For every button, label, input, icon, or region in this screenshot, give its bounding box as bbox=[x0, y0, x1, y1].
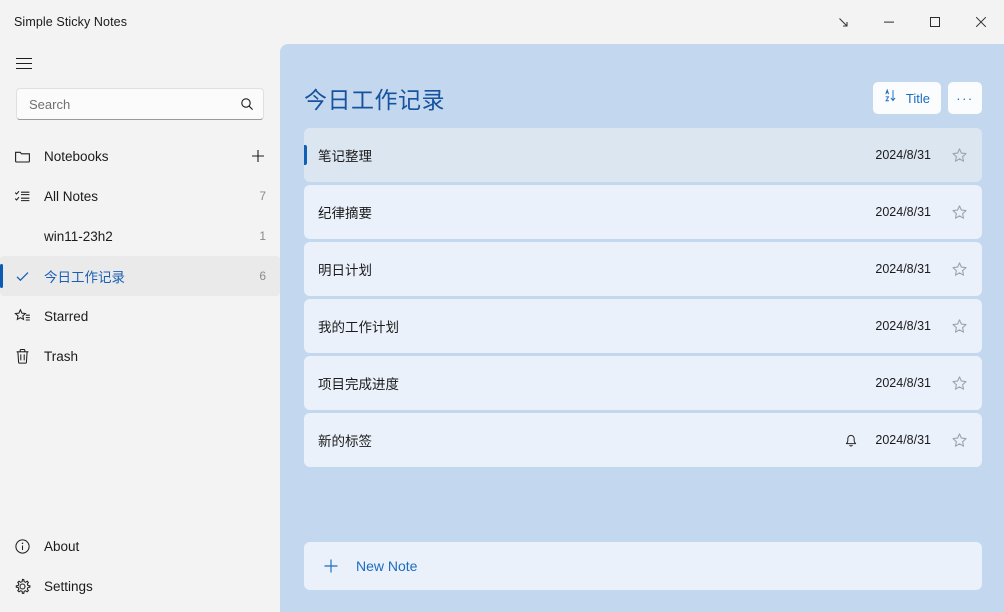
more-icon: ··· bbox=[956, 90, 974, 106]
table-row[interactable]: 我的工作计划 2024/8/31 bbox=[304, 299, 982, 353]
sidebar-nav: Notebooks All Notes 7 win11-23h2 1 今日工作记… bbox=[0, 136, 280, 376]
sidebar-item-about[interactable]: About bbox=[0, 526, 280, 566]
checklist-icon bbox=[0, 188, 44, 205]
table-row[interactable]: 明日计划 2024/8/31 bbox=[304, 242, 982, 296]
info-icon bbox=[0, 538, 44, 555]
sidebar-item-starred[interactable]: Starred bbox=[0, 296, 280, 336]
trash-icon bbox=[0, 348, 44, 365]
collapse-button[interactable] bbox=[820, 0, 866, 44]
new-note-label: New Note bbox=[356, 558, 418, 574]
note-title: 纪律摘要 bbox=[318, 206, 372, 221]
sidebar-item-notebooks[interactable]: Notebooks bbox=[0, 136, 280, 176]
note-date: 2024/8/31 bbox=[875, 319, 931, 333]
search-box[interactable] bbox=[16, 88, 264, 120]
sidebar-item-win11-23h2[interactable]: win11-23h2 1 bbox=[0, 216, 280, 256]
new-note-button[interactable]: New Note bbox=[304, 542, 982, 590]
note-title: 我的工作计划 bbox=[318, 320, 399, 335]
sidebar-item-label: Settings bbox=[44, 578, 93, 594]
sidebar-item-label: Starred bbox=[44, 308, 89, 324]
sort-button-label: Title bbox=[905, 90, 930, 106]
sidebar-item-label: 今日工作记录 bbox=[44, 270, 125, 285]
gear-icon bbox=[0, 578, 44, 595]
note-title: 明日计划 bbox=[318, 263, 372, 278]
sidebar-item-label: win11-23h2 bbox=[44, 228, 113, 244]
note-title: 笔记整理 bbox=[318, 149, 372, 164]
plus-icon bbox=[322, 557, 340, 575]
app-title: Simple Sticky Notes bbox=[14, 15, 128, 29]
note-title: 新的标签 bbox=[318, 434, 372, 449]
sidebar-item-trash[interactable]: Trash bbox=[0, 336, 280, 376]
star-icon[interactable] bbox=[951, 432, 968, 449]
search-icon[interactable] bbox=[240, 97, 254, 111]
note-date: 2024/8/31 bbox=[875, 433, 931, 447]
sort-az-icon bbox=[884, 88, 899, 108]
note-title: 项目完成进度 bbox=[318, 377, 399, 392]
star-icon[interactable] bbox=[951, 375, 968, 392]
notes-list[interactable]: 笔记整理 2024/8/31 纪律摘要 2024/8/31 明日计划 2024/… bbox=[280, 128, 1004, 522]
check-icon bbox=[0, 268, 44, 285]
minimize-button[interactable] bbox=[866, 0, 912, 44]
title-bar: Simple Sticky Notes bbox=[0, 0, 1004, 44]
sidebar-item-settings[interactable]: Settings bbox=[0, 566, 280, 606]
app-body: Notebooks All Notes 7 bbox=[0, 44, 1004, 612]
star-list-icon bbox=[0, 308, 44, 325]
table-row[interactable]: 新的标签 2024/8/31 bbox=[304, 413, 982, 467]
sidebar-item-today-work-log[interactable]: 今日工作记录 6 bbox=[0, 256, 280, 296]
new-note-container: New Note bbox=[280, 522, 1004, 612]
note-date: 2024/8/31 bbox=[875, 148, 931, 162]
sidebar-item-label: About bbox=[44, 538, 80, 554]
star-icon[interactable] bbox=[951, 261, 968, 278]
sidebar-item-label: All Notes bbox=[44, 188, 99, 204]
sidebar-item-label: Trash bbox=[44, 348, 79, 364]
note-date: 2024/8/31 bbox=[875, 205, 931, 219]
sidebar-item-count: 1 bbox=[259, 229, 266, 243]
main-header: 今日工作记录 Title ··· bbox=[280, 44, 1004, 128]
add-notebook-button[interactable] bbox=[250, 148, 266, 164]
star-icon[interactable] bbox=[951, 204, 968, 221]
sidebar-item-count: 7 bbox=[259, 189, 266, 203]
hamburger-icon[interactable] bbox=[6, 47, 42, 79]
sidebar-bottom-nav: About Settings bbox=[0, 526, 280, 612]
star-icon[interactable] bbox=[951, 318, 968, 335]
search-input[interactable] bbox=[29, 96, 240, 112]
note-date: 2024/8/31 bbox=[875, 262, 931, 276]
table-row[interactable]: 笔记整理 2024/8/31 bbox=[304, 128, 982, 182]
sidebar-item-label: Notebooks bbox=[44, 148, 109, 164]
note-date: 2024/8/31 bbox=[875, 376, 931, 390]
table-row[interactable]: 项目完成进度 2024/8/31 bbox=[304, 356, 982, 410]
reminder-bell-icon[interactable] bbox=[843, 432, 859, 448]
sidebar-item-all-notes[interactable]: All Notes 7 bbox=[0, 176, 280, 216]
more-options-button[interactable]: ··· bbox=[948, 82, 982, 114]
sort-button[interactable]: Title bbox=[872, 82, 941, 114]
folder-icon bbox=[0, 148, 44, 165]
maximize-button[interactable] bbox=[912, 0, 958, 44]
app-window: Simple Sticky Notes Search Notebooks All… bbox=[0, 0, 1004, 612]
table-row[interactable]: 纪律摘要 2024/8/31 bbox=[304, 185, 982, 239]
main-panel: 今日工作记录 Title ··· 笔记整理 2024/8/31 纪律摘要 202… bbox=[280, 44, 1004, 612]
page-title: 今日工作记录 bbox=[304, 87, 445, 113]
search-container bbox=[0, 79, 280, 120]
sidebar-item-count: 6 bbox=[259, 269, 266, 283]
close-button[interactable] bbox=[958, 0, 1004, 44]
star-icon[interactable] bbox=[951, 147, 968, 164]
sidebar: Notebooks All Notes 7 bbox=[0, 44, 280, 612]
